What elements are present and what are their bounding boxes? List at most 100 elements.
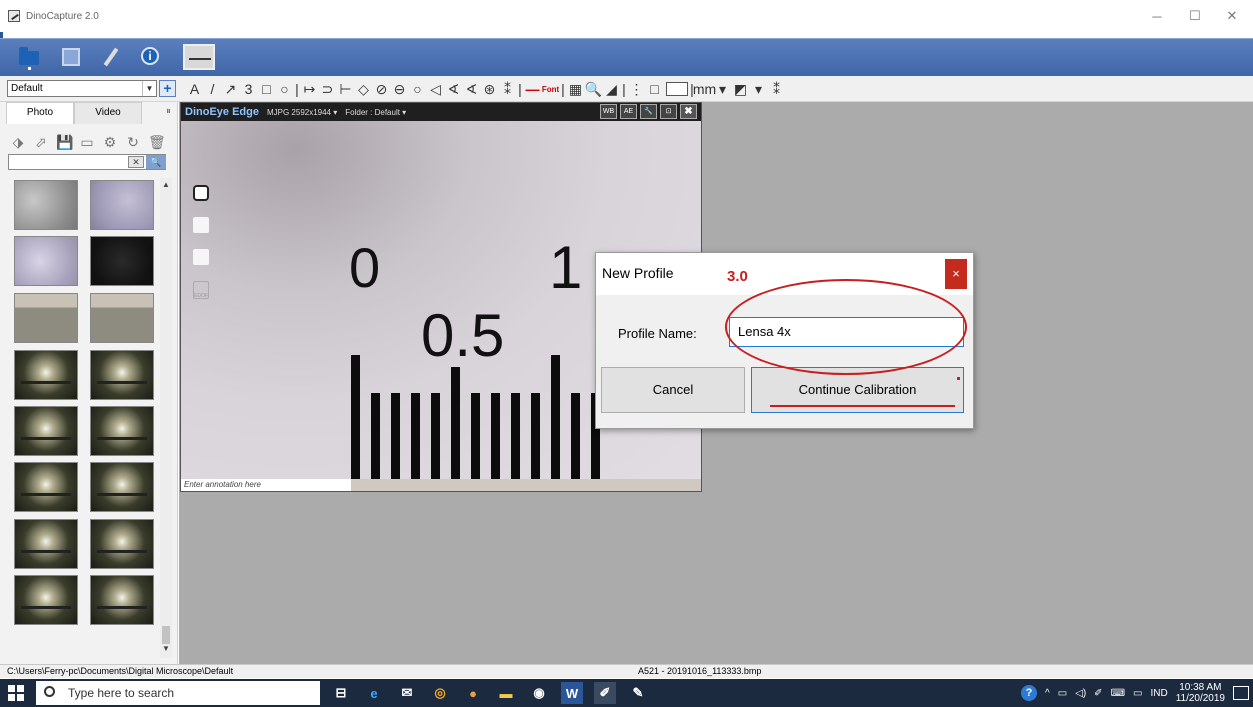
thumbnail[interactable] [90,350,154,400]
display-icon[interactable]: ▭ [1133,688,1142,699]
annotation-tool-icon[interactable]: ▾ [750,80,767,98]
annotation-tool-icon[interactable]: □ [646,80,663,98]
save-icon[interactable]: 💾 [56,134,73,150]
browser-icon[interactable]: ◎ [429,682,451,704]
annotation-input[interactable]: Enter annotation here [181,479,351,491]
profile-select[interactable]: Default ▼ [7,80,157,97]
tools-icon[interactable] [98,45,124,69]
annotation-tool-icon[interactable]: ◇ [355,80,372,98]
collapse-panel-icon[interactable]: ⏸ [166,106,171,117]
maximize-button[interactable]: ☐ [1178,0,1212,32]
thumbnail[interactable] [14,519,78,569]
annotation-tool-icon[interactable]: ◢ [603,80,620,98]
annotation-tool-icon[interactable]: ⁑ [499,80,516,98]
annotation-tool-icon[interactable]: ∢ [445,80,462,98]
close-window-button[interactable]: ✕ [1215,0,1249,32]
fullscreen-icon[interactable]: ⊡ [660,104,677,119]
annotation-tool-icon[interactable]: A [186,80,203,98]
pen-icon[interactable]: ✐ [1094,688,1102,699]
timer-capture-icon[interactable] [193,249,209,265]
annotation-tool-icon[interactable]: mm [693,80,716,98]
thumbnail[interactable] [14,180,78,230]
battery-icon[interactable]: ▭ [1058,688,1067,699]
annotation-tool-icon[interactable]: 🔍 [585,80,602,98]
folder-icon[interactable] [16,45,42,70]
camera-icon[interactable] [193,185,209,201]
cancel-button[interactable]: Cancel [601,367,745,413]
add-profile-button[interactable]: + [159,80,176,97]
color-picker-box[interactable] [666,82,688,96]
clock[interactable]: 10:38 AM 11/20/2019 [1176,682,1225,704]
annotation-tool-icon[interactable]: ⊢ [337,80,354,98]
thumbnail[interactable] [90,406,154,456]
annotation-tool-icon[interactable]: ⁑ [768,80,785,98]
white-balance-button[interactable]: WB auto [600,104,617,128]
annotation-tool-icon[interactable]: ↦ [301,80,318,98]
word-icon[interactable]: W [561,682,583,704]
folder-select[interactable]: Folder : Default ▾ [345,108,406,117]
thumbnail[interactable] [90,519,154,569]
open-icon[interactable]: ⬗ [10,134,26,150]
annotation-tool-icon[interactable]: — [524,80,541,98]
clear-search-icon[interactable]: ✕ [128,156,144,168]
annotation-tool-icon[interactable]: ⊘ [373,80,390,98]
annotation-tool-icon[interactable]: ◩ [732,80,749,98]
thumbnail[interactable] [90,293,154,343]
photo-search-input[interactable]: ✕ 🔍 [8,154,166,170]
scroll-up-icon[interactable]: ▲ [160,180,172,192]
tab-video[interactable]: Video [74,102,142,124]
close-preview-icon[interactable]: ✖ [680,104,697,119]
thumbnail[interactable] [90,180,154,230]
dinocapture-icon[interactable]: ✐ [594,682,616,704]
thumbnail[interactable] [90,575,154,625]
task-view-icon[interactable]: ⊟ [330,682,352,704]
notifications-icon[interactable] [1233,686,1249,700]
windows-start-icon[interactable] [8,685,24,701]
scroll-down-icon[interactable]: ▼ [160,644,172,656]
annotation-tool-icon[interactable]: 3 [240,80,257,98]
tag-icon[interactable]: ▭ [79,134,95,150]
thumbnail[interactable] [90,236,154,286]
thumbnail[interactable] [14,236,78,286]
keyboard-icon[interactable]: ⌨ [1111,688,1125,699]
mail-icon[interactable]: ✉ [396,682,418,704]
export-icon[interactable]: ⬀ [33,134,49,150]
edge-icon[interactable]: e [363,682,385,704]
resolution-select[interactable]: MJPG 2592x1944 ▾ [267,108,337,117]
measure-icon[interactable] [180,42,218,72]
annotation-tool-icon[interactable]: ○ [276,80,293,98]
annotation-tool-icon[interactable]: ▦ [567,80,584,98]
minimize-button[interactable]: ─ [1140,0,1174,32]
annotation-tool-icon[interactable]: / [204,80,221,98]
image-icon[interactable] [58,45,84,69]
media-player-icon[interactable]: ◉ [528,682,550,704]
taskbar-search-input[interactable]: Type here to search [36,681,320,705]
annotation-tool-icon[interactable]: ⊖ [391,80,408,98]
annotation-tool-icon[interactable]: ◁ [427,80,444,98]
auto-exposure-button[interactable]: AE on [620,104,637,128]
refresh-icon[interactable]: ↻ [125,134,141,150]
info-icon[interactable]: i [137,45,163,69]
annotation-tool-icon[interactable]: □ [258,80,275,98]
annotation-tool-icon[interactable]: Font [542,80,559,98]
trash-icon[interactable]: 🗑 [148,134,166,150]
tab-photo[interactable]: Photo [6,102,74,124]
annotation-tool-icon[interactable]: ○ [409,80,426,98]
language-indicator[interactable]: IND [1150,688,1167,699]
paint-icon[interactable]: ✎ [627,682,649,704]
thumbnail[interactable] [14,406,78,456]
search-icon[interactable]: 🔍 [146,155,166,169]
tray-chevron-icon[interactable]: ^ [1045,688,1050,699]
wrench-icon[interactable]: 🔧 [640,104,657,119]
annotation-tool-icon[interactable]: ∢ [463,80,480,98]
thumbnail[interactable] [14,293,78,343]
thumbnail[interactable] [14,350,78,400]
annotation-tool-icon[interactable]: ↗ [222,80,239,98]
thumbnail-scrollbar[interactable]: ▲ ▼ [160,178,172,658]
edof-icon[interactable]: EDOF [193,281,209,299]
chrome-icon[interactable]: ● [462,682,484,704]
scrollbar-thumb[interactable] [162,626,170,644]
volume-icon[interactable]: ◁) [1075,688,1086,699]
thumbnail[interactable] [14,462,78,512]
file-explorer-icon[interactable]: ▬ [495,682,517,704]
